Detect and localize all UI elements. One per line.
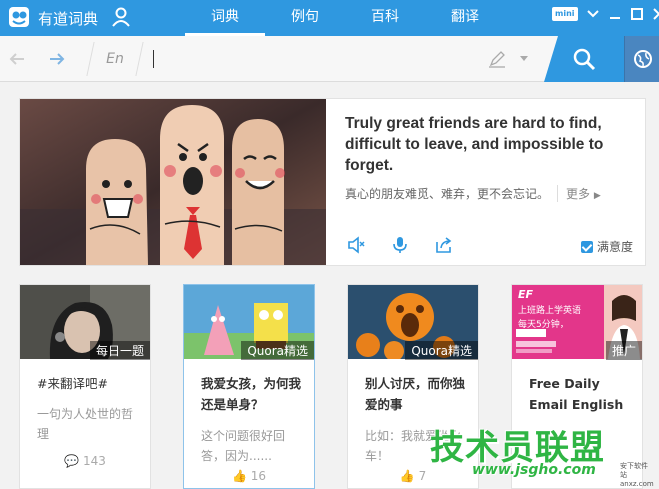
youdao-logo-icon <box>9 7 29 27</box>
daily-sentence-image[interactable] <box>20 99 326 265</box>
like-count: 👍 16 <box>184 469 314 483</box>
search-button[interactable] <box>544 36 624 82</box>
user-icon[interactable] <box>112 7 130 27</box>
checkbox-checked-icon <box>581 240 593 253</box>
tab-examples[interactable]: 例句 <box>265 0 345 36</box>
online-button[interactable] <box>624 36 659 82</box>
chevron-right-icon: ▶ <box>593 191 601 201</box>
card-tag: 推广 <box>605 341 642 360</box>
language-selector[interactable]: En <box>86 42 144 76</box>
speaker-icon[interactable] <box>347 236 365 254</box>
like-count: 👍 7 <box>348 469 478 483</box>
card-title: 我爱女孩，为何我还是单身？ <box>201 376 302 412</box>
handwriting-dropdown-icon[interactable] <box>520 56 528 61</box>
menu-icon[interactable] <box>586 7 600 21</box>
watermark-small: 安下软件站 anxz.com <box>620 462 654 488</box>
text-caret <box>153 50 154 68</box>
share-icon[interactable] <box>435 236 453 254</box>
main-tabs: 词典 例句 百科 翻译 <box>185 0 505 36</box>
card-title: 别人讨厌，而你独爱的事 <box>365 376 466 412</box>
more-link[interactable]: 更多 ▶ <box>557 185 601 202</box>
card-title: #来翻译吧# <box>37 376 108 391</box>
window-controls: mini <box>552 7 659 21</box>
title-bar: 有道词典 词典 例句 百科 翻译 mini <box>0 0 659 36</box>
card-tag: Quora精选 <box>241 341 314 360</box>
app-window: 有道词典 词典 例句 百科 翻译 mini En Truly great fri… <box>0 0 659 489</box>
close-icon[interactable] <box>652 7 659 21</box>
forward-arrow-icon[interactable] <box>48 50 66 68</box>
globe-icon <box>634 50 652 68</box>
daily-actions <box>347 236 453 254</box>
watermark-url: www.jsgho.com <box>472 462 596 478</box>
tab-encyclopedia[interactable]: 百科 <box>345 0 425 36</box>
card-description: 这个问题很好回答，因为...... <box>201 429 286 463</box>
search-icon <box>573 48 596 71</box>
ad-headline: 上班路上学英语 <box>518 306 582 316</box>
more-label: 更多 <box>566 187 591 201</box>
like-count-value: 16 <box>250 469 267 483</box>
mini-mode-button[interactable]: mini <box>552 7 578 21</box>
search-input[interactable] <box>150 44 480 74</box>
card-title: Free Daily Email English <box>529 376 624 412</box>
card-tag: Quora精选 <box>405 341 478 360</box>
card-tag: 每日一题 <box>89 341 150 360</box>
app-title: 有道词典 <box>38 10 99 28</box>
comment-count-value: 143 <box>82 454 106 468</box>
minimize-icon[interactable] <box>608 7 622 21</box>
satisfaction-label: 满意度 <box>597 240 634 254</box>
maximize-icon[interactable] <box>630 7 644 21</box>
ad-brand: EF <box>518 288 534 301</box>
language-label: En <box>106 51 124 67</box>
thumbs-up-icon: 👍 <box>399 469 415 483</box>
tab-dictionary[interactable]: 词典 <box>185 0 265 36</box>
card-quora-1[interactable]: Quora精选 我爱女孩，为何我还是单身？ 这个问题很好回答，因为...... … <box>183 284 315 489</box>
card-description: 一句为人处世的哲理 <box>37 407 134 441</box>
comment-icon: 💬 <box>64 454 80 468</box>
daily-quote-chinese: 真心的朋友难觅、难弃，更不会忘记。 <box>345 187 550 201</box>
back-arrow-icon[interactable] <box>8 50 26 68</box>
satisfaction-checkbox[interactable]: 满意度 <box>581 238 633 255</box>
tab-translate[interactable]: 翻译 <box>425 0 505 36</box>
comment-count: 💬 143 <box>20 454 150 468</box>
microphone-icon[interactable] <box>391 236 409 254</box>
handwriting-icon[interactable] <box>488 50 506 68</box>
daily-sentence-card: Truly great friends are hard to find, di… <box>19 98 646 266</box>
daily-quote-english[interactable]: Truly great friends are hard to find, di… <box>345 113 625 176</box>
card-daily-question[interactable]: 每日一题 #来翻译吧# 一句为人处世的哲理 💬 143 <box>19 284 151 489</box>
thumbs-up-icon: 👍 <box>231 469 247 483</box>
ad-subline: 每天5分钟， <box>518 320 569 330</box>
like-count-value: 7 <box>418 469 427 483</box>
